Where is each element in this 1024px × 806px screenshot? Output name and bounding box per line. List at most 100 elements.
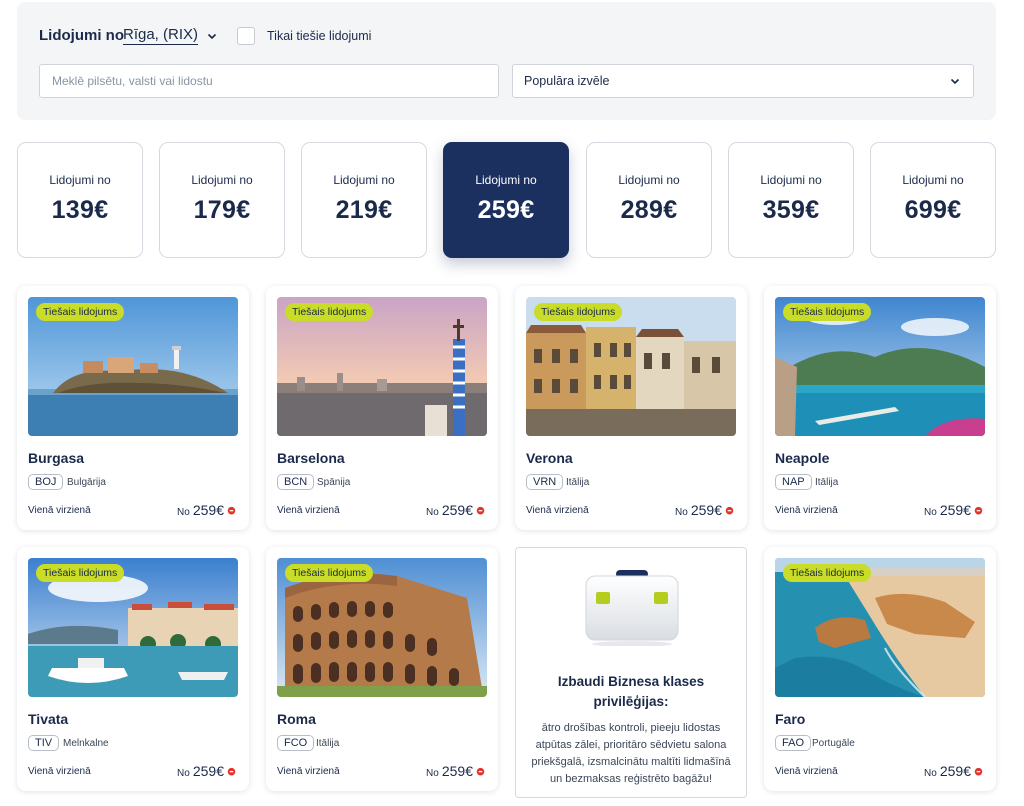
airport-code: FCO [277, 735, 315, 751]
price-chip-label: Lidojumi no [902, 173, 964, 187]
destination-country: Itālija [566, 477, 590, 488]
destination-card[interactable]: Tiešais lidojums Barselona BCN Spānija V… [266, 286, 498, 530]
deal-tag-icon [476, 767, 485, 775]
destination-card[interactable]: Tiešais lidojums Tivata TIV Melnkalne Vi… [17, 547, 249, 791]
price-chip-label: Lidojumi no [475, 173, 537, 187]
direct-flight-badge: Tiešais lidojums [285, 564, 374, 582]
price-area: No 259€ [924, 502, 983, 518]
origin-select[interactable]: Rīga, (RIX) [123, 26, 218, 45]
destination-city: Roma [277, 711, 316, 727]
price-chip-value: 139€ [51, 196, 109, 224]
direct-only-checkbox[interactable] [237, 27, 255, 45]
deal-tag-icon [974, 506, 983, 514]
trip-type: Vienā virzienā [28, 505, 91, 516]
destination-photo: Tiešais lidojums [277, 297, 487, 436]
destination-card[interactable]: Tiešais lidojums Neapole NAP Itālija Vie… [764, 286, 996, 530]
price-prefix: No [426, 768, 439, 779]
sort-select[interactable]: Populāra izvēle [512, 64, 974, 98]
price-filter-chip-active[interactable]: Lidojumi no 259€ [443, 142, 569, 258]
destination-card[interactable]: Tiešais lidojums Faro FAO Portugāle Vien… [764, 547, 996, 791]
price-chip-value: 699€ [904, 196, 962, 224]
filter-panel: Lidojumi no Rīga, (RIX) Tikai tiešie lid… [17, 2, 996, 120]
destination-city: Burgasa [28, 450, 85, 466]
airport-code: VRN [526, 474, 564, 490]
price-prefix: No [177, 768, 190, 779]
destination-card[interactable]: Tiešais lidojums Verona VRN Itālija Vien… [515, 286, 747, 530]
price-value: 259€ [441, 502, 473, 518]
destination-country: Melnkalne [63, 738, 109, 749]
direct-only-toggle[interactable]: Tikai tiešie lidojumi [237, 27, 371, 45]
price-filter-chip[interactable]: Lidojumi no 219€ [301, 142, 427, 258]
price-chip-value: 359€ [762, 196, 820, 224]
price-filter-chip[interactable]: Lidojumi no 359€ [728, 142, 854, 258]
price-chip-value: 289€ [620, 196, 678, 224]
price-chip-label: Lidojumi no [618, 173, 680, 187]
promo-title: Izbaudi Biznesa klases privilēģijas: [557, 674, 705, 709]
search-input[interactable] [39, 64, 499, 98]
destination-photo: Tiešais lidojums [277, 558, 487, 697]
trip-type: Vienā virzienā [28, 766, 91, 777]
destination-country: Bulgārija [67, 477, 106, 488]
price-value: 259€ [939, 763, 971, 779]
price-chip-label: Lidojumi no [760, 173, 822, 187]
price-value: 259€ [690, 502, 722, 518]
destination-photo: Tiešais lidojums [775, 558, 985, 697]
destination-country: Itālija [316, 738, 340, 749]
price-prefix: No [924, 507, 937, 518]
trip-type: Vienā virzienā [775, 766, 838, 777]
price-value: 259€ [192, 502, 224, 518]
chevron-down-icon [207, 33, 217, 39]
trip-type: Vienā virzienā [277, 505, 340, 516]
price-value: 259€ [441, 763, 473, 779]
destination-card[interactable]: Tiešais lidojums Roma FCO Itālija Vienā … [266, 547, 498, 791]
price-filter-chip[interactable]: Lidojumi no 699€ [870, 142, 996, 258]
destination-city: Verona [526, 450, 573, 466]
airport-code: TIV [28, 735, 60, 751]
destination-city: Barselona [277, 450, 345, 466]
destination-card[interactable]: Tiešais lidojums Burgasa BOJ Bulgārija V… [17, 286, 249, 530]
price-area: No 259€ [426, 502, 485, 518]
origin-value: Rīga, (RIX) [123, 26, 199, 45]
price-prefix: No [675, 507, 688, 518]
price-chip-label: Lidojumi no [191, 173, 253, 187]
direct-only-label: Tikai tiešie lidojumi [267, 29, 372, 43]
price-value: 259€ [939, 502, 971, 518]
price-filter-chip[interactable]: Lidojumi no 289€ [586, 142, 712, 258]
price-chip-label: Lidojumi no [333, 173, 395, 187]
destination-city: Neapole [775, 450, 830, 466]
destination-photo: Tiešais lidojums [28, 297, 238, 436]
price-prefix: No [177, 507, 190, 518]
destination-photo: Tiešais lidojums [526, 297, 736, 436]
from-label: Lidojumi no [39, 27, 124, 44]
price-area: No 259€ [177, 763, 236, 779]
direct-flight-badge: Tiešais lidojums [36, 564, 125, 582]
price-chip-value: 219€ [335, 196, 393, 224]
airport-code: NAP [775, 474, 812, 490]
destination-city: Tivata [28, 711, 69, 727]
price-filter-row: Lidojumi no 139€ Lidojumi no 179€ Lidoju… [17, 142, 996, 259]
airport-code: BOJ [28, 474, 64, 490]
deal-tag-icon [974, 767, 983, 775]
destination-city: Faro [775, 711, 806, 727]
price-chip-value: 259€ [477, 196, 535, 224]
price-area: No 259€ [924, 763, 983, 779]
deal-tag-icon [725, 506, 734, 514]
trip-type: Vienā virzienā [775, 505, 838, 516]
deal-tag-icon [227, 506, 236, 514]
price-filter-chip[interactable]: Lidojumi no 179€ [159, 142, 285, 258]
price-area: No 259€ [675, 502, 734, 518]
price-chip-value: 179€ [193, 196, 251, 224]
chevron-down-icon [950, 78, 960, 85]
airport-code: FAO [775, 735, 812, 751]
airport-code: BCN [277, 474, 315, 490]
price-filter-chip[interactable]: Lidojumi no 139€ [17, 142, 143, 258]
briefcase-icon [585, 570, 679, 646]
price-prefix: No [426, 507, 439, 518]
direct-flight-badge: Tiešais lidojums [534, 303, 623, 321]
deal-tag-icon [476, 506, 485, 514]
price-area: No 259€ [177, 502, 236, 518]
destination-country: Portugāle [812, 738, 855, 749]
destination-photo: Tiešais lidojums [28, 558, 238, 697]
deal-tag-icon [227, 767, 236, 775]
business-class-promo[interactable]: Izbaudi Biznesa klases privilēģijas: ātr… [515, 547, 747, 798]
